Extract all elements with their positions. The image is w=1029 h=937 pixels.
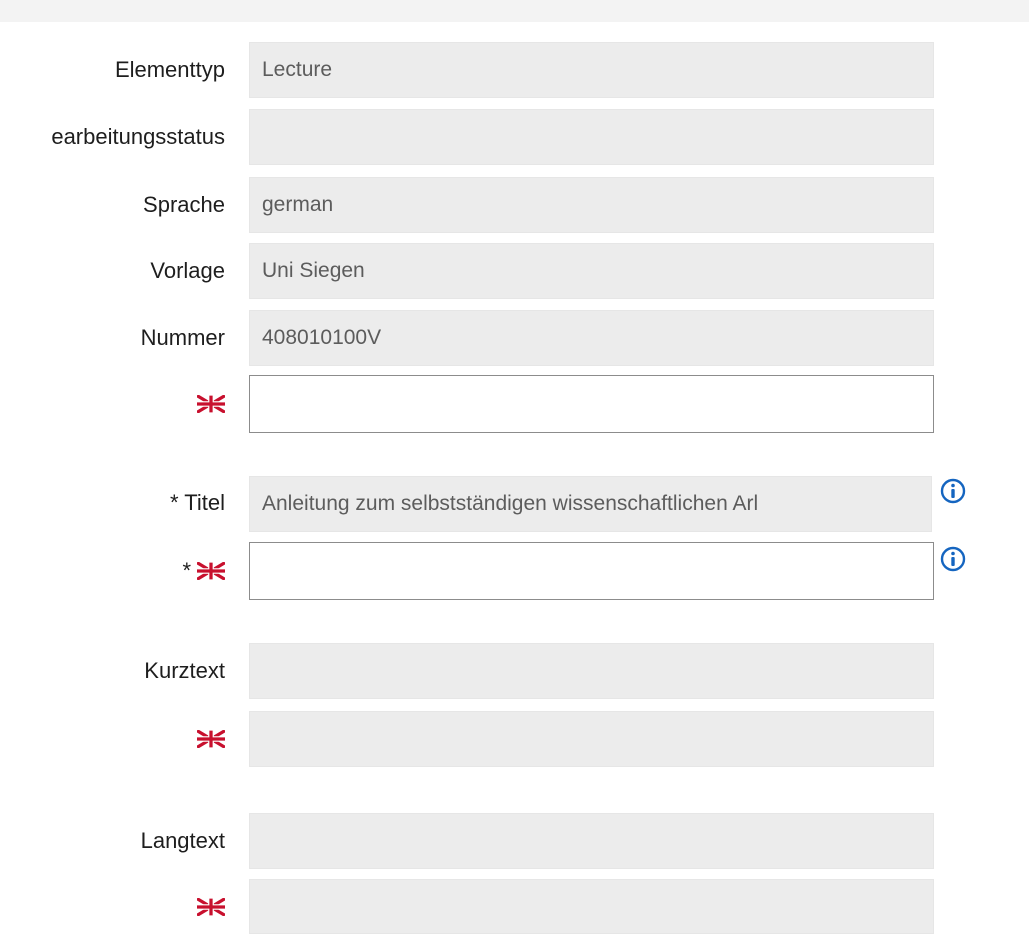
langtext-en-field (249, 879, 934, 934)
bearbeitungsstatus-label: earbeitungsstatus (51, 124, 225, 149)
uk-flag-icon (197, 562, 225, 580)
kurztext-field (249, 643, 934, 699)
vorlage-label: Vorlage (150, 258, 225, 283)
titel-en-input[interactable] (249, 542, 934, 600)
langtext-en-label (197, 877, 225, 937)
kurztext-label: Kurztext (144, 658, 225, 683)
uk-flag-icon (197, 395, 225, 413)
uk-flag-icon (197, 898, 225, 916)
langtext-label: Langtext (140, 828, 225, 853)
kurztext-en-field (249, 711, 934, 767)
nummer-en-input[interactable] (249, 375, 934, 433)
nummer-field: 408010100V (249, 310, 934, 366)
required-mark: * (182, 558, 191, 583)
elementtyp-label: Elementtyp (114, 57, 225, 82)
nummer-en-label (197, 374, 225, 434)
uk-flag-icon (197, 730, 225, 748)
bearbeitungsstatus-field (249, 109, 934, 165)
info-icon[interactable] (940, 546, 966, 572)
top-bar (0, 0, 1029, 22)
info-icon[interactable] (940, 478, 966, 504)
nummer-label: Nummer (140, 325, 225, 350)
titel-field: Anleitung zum selbstständigen wissenscha… (249, 476, 932, 532)
elementtyp-field: Lecture (249, 42, 934, 98)
vorlage-field: Uni Siegen (249, 243, 934, 299)
titel-label: * Titel (169, 490, 225, 515)
sprache-label: Sprache (143, 192, 225, 217)
langtext-field (249, 813, 934, 869)
sprache-field: german (249, 177, 934, 233)
titel-en-label: * (182, 541, 225, 601)
kurztext-en-label (197, 709, 225, 769)
